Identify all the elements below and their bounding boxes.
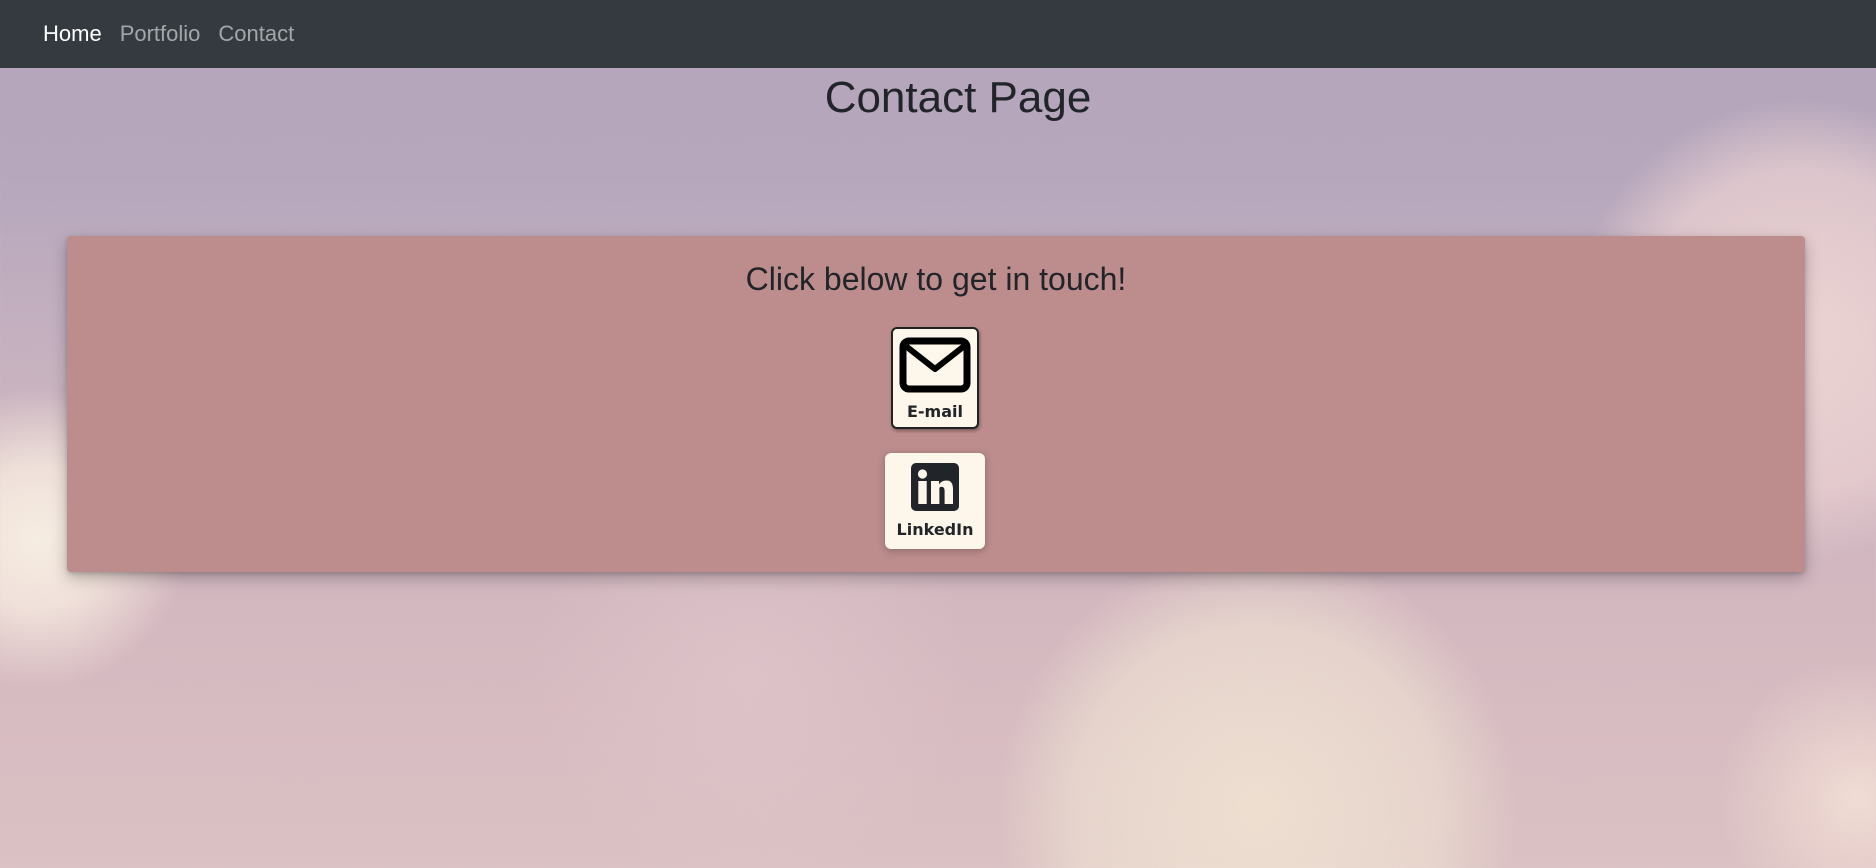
- nav-portfolio-link[interactable]: Portfolio: [120, 21, 201, 47]
- page-title: Contact Page: [824, 73, 1092, 122]
- email-button[interactable]: E-mail: [891, 327, 979, 429]
- envelope-icon: [899, 337, 971, 398]
- card-heading: Click below to get in touch!: [745, 261, 1127, 297]
- email-button-label: E-mail: [906, 402, 963, 421]
- contact-card: Click below to get in touch! E-mail Link…: [67, 236, 1805, 572]
- linkedin-button[interactable]: LinkedIn: [885, 453, 985, 549]
- nav-contact-link[interactable]: Contact: [218, 21, 294, 47]
- linkedin-button-label: LinkedIn: [896, 520, 974, 539]
- top-navbar: Home Portfolio Contact: [0, 0, 1876, 68]
- linkedin-icon: [911, 463, 959, 516]
- nav-home-link[interactable]: Home: [43, 21, 102, 47]
